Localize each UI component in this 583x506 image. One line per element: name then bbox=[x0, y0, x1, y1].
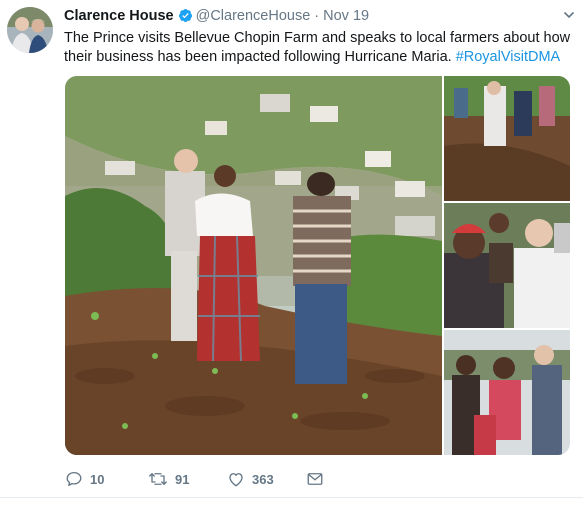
photo-thumbnail-1[interactable] bbox=[444, 76, 570, 201]
tweet-header: Clarence House @ClarenceHouse · Nov 19 bbox=[64, 7, 369, 28]
envelope-icon bbox=[306, 470, 324, 488]
direct-message-button[interactable] bbox=[306, 470, 324, 488]
photo-main[interactable] bbox=[65, 76, 442, 455]
reply-button[interactable]: 10 bbox=[65, 470, 104, 488]
photo-thumbnail-2[interactable] bbox=[444, 203, 570, 328]
like-count: 363 bbox=[252, 471, 274, 487]
heart-icon bbox=[227, 470, 245, 488]
divider bbox=[0, 497, 583, 498]
avatar[interactable] bbox=[7, 7, 53, 53]
media-grid bbox=[65, 76, 570, 455]
reply-icon bbox=[65, 470, 83, 488]
retweet-icon bbox=[148, 470, 168, 488]
retweet-count: 91 bbox=[175, 471, 190, 487]
retweet-button[interactable]: 91 bbox=[148, 470, 189, 488]
verified-badge-icon bbox=[178, 8, 193, 28]
tweet-text: The Prince visits Bellevue Chopin Farm a… bbox=[64, 29, 576, 67]
reply-count: 10 bbox=[90, 471, 105, 487]
like-button[interactable]: 363 bbox=[227, 470, 274, 488]
avatar-image bbox=[7, 7, 53, 53]
photo-thumbnail-3[interactable] bbox=[444, 330, 570, 455]
hashtag-link[interactable]: #RoyalVisitDMA bbox=[456, 49, 561, 65]
separator-dot: · bbox=[314, 8, 320, 24]
chevron-down-icon[interactable] bbox=[563, 8, 575, 26]
user-handle[interactable]: @ClarenceHouse bbox=[196, 8, 311, 24]
display-name[interactable]: Clarence House bbox=[64, 8, 174, 24]
tweet[interactable]: Clarence House @ClarenceHouse · Nov 19 The … bbox=[0, 0, 583, 506]
timestamp[interactable]: Nov 19 bbox=[323, 8, 369, 24]
